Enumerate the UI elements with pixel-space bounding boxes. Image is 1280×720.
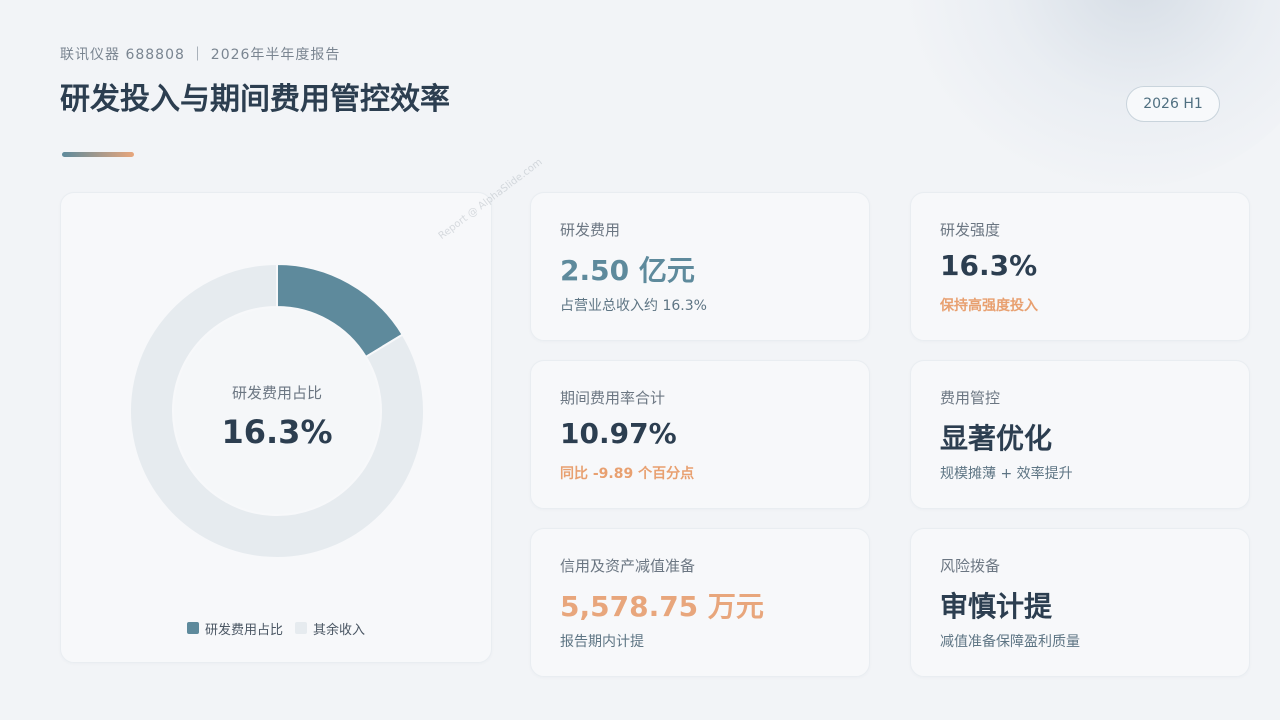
donut-center-label: 研发费用占比 (231, 384, 322, 402)
kpi-label: 期间费用率合计 (560, 389, 666, 407)
legend-label-rd: 研发费用占比 (205, 622, 284, 638)
kpi-card-rd-expense: 研发费用 2.50 亿元 占营业总收入约 16.3% (530, 192, 870, 341)
kpi-value: 5,578.75 万元 (560, 590, 764, 623)
kpi-card-impairment-provision: 信用及资产减值准备 5,578.75 万元 报告期内计提 (530, 528, 870, 677)
kpi-value: 16.3% (940, 249, 1038, 282)
kpi-value: 审慎计提 (940, 590, 1053, 623)
chart-legend: 研发费用占比 其余收入 (187, 618, 377, 638)
kpi-value: 显著优化 (940, 422, 1053, 455)
kpi-label: 信用及资产减值准备 (560, 557, 696, 575)
kpi-subtext: 占营业总收入约 16.3% (560, 298, 707, 314)
kpi-card-risk-provision: 风险拨备 审慎计提 减值准备保障盈利质量 (910, 528, 1250, 677)
kpi-value: 2.50 亿元 (560, 254, 695, 287)
title-accent-bar (62, 152, 134, 157)
page-title: 研发投入与期间费用管控效率 (60, 82, 450, 117)
kpi-value: 10.97% (560, 417, 677, 450)
kpi-subtext: 同比 -9.89 个百分点 (560, 466, 695, 482)
kpi-subtext: 规模摊薄 + 效率提升 (940, 466, 1073, 482)
legend-label-other: 其余收入 (313, 622, 366, 638)
legend-swatch-rd (187, 622, 199, 634)
kpi-label: 研发强度 (940, 221, 1001, 239)
legend-item-rd: 研发费用占比 (187, 619, 283, 638)
kpi-card-period-expense-ratio: 期间费用率合计 10.97% 同比 -9.89 个百分点 (530, 360, 870, 509)
kpi-subtext: 报告期内计提 (560, 634, 644, 650)
legend-swatch-other (295, 622, 308, 634)
kpi-subtext: 保持高强度投入 (940, 298, 1038, 314)
kpi-card-cost-control: 费用管控 显著优化 规模摊薄 + 效率提升 (910, 360, 1250, 509)
kpi-subtext: 减值准备保障盈利质量 (940, 634, 1080, 650)
report-meta: 联讯仪器 688808 ｜ 2026年半年度报告 (60, 47, 341, 63)
kpi-card-rd-intensity: 研发强度 16.3% 保持高强度投入 (910, 192, 1250, 341)
rd-ratio-chart-card: 研发费用占比 16.3% 研发费用占比 其余收入 (60, 192, 492, 663)
legend-item-other: 其余收入 (295, 619, 365, 638)
period-badge: 2026 H1 (1126, 86, 1220, 122)
kpi-label: 研发费用 (560, 221, 621, 239)
donut-hole (174, 308, 380, 514)
background-decoration (905, 0, 1280, 190)
report-slide: 联讯仪器 688808 ｜ 2026年半年度报告 研发投入与期间费用管控效率 2… (0, 0, 1280, 720)
kpi-label: 风险拨备 (940, 557, 1001, 575)
donut-center-value: 16.3% (221, 413, 333, 451)
kpi-label: 费用管控 (940, 389, 1001, 407)
